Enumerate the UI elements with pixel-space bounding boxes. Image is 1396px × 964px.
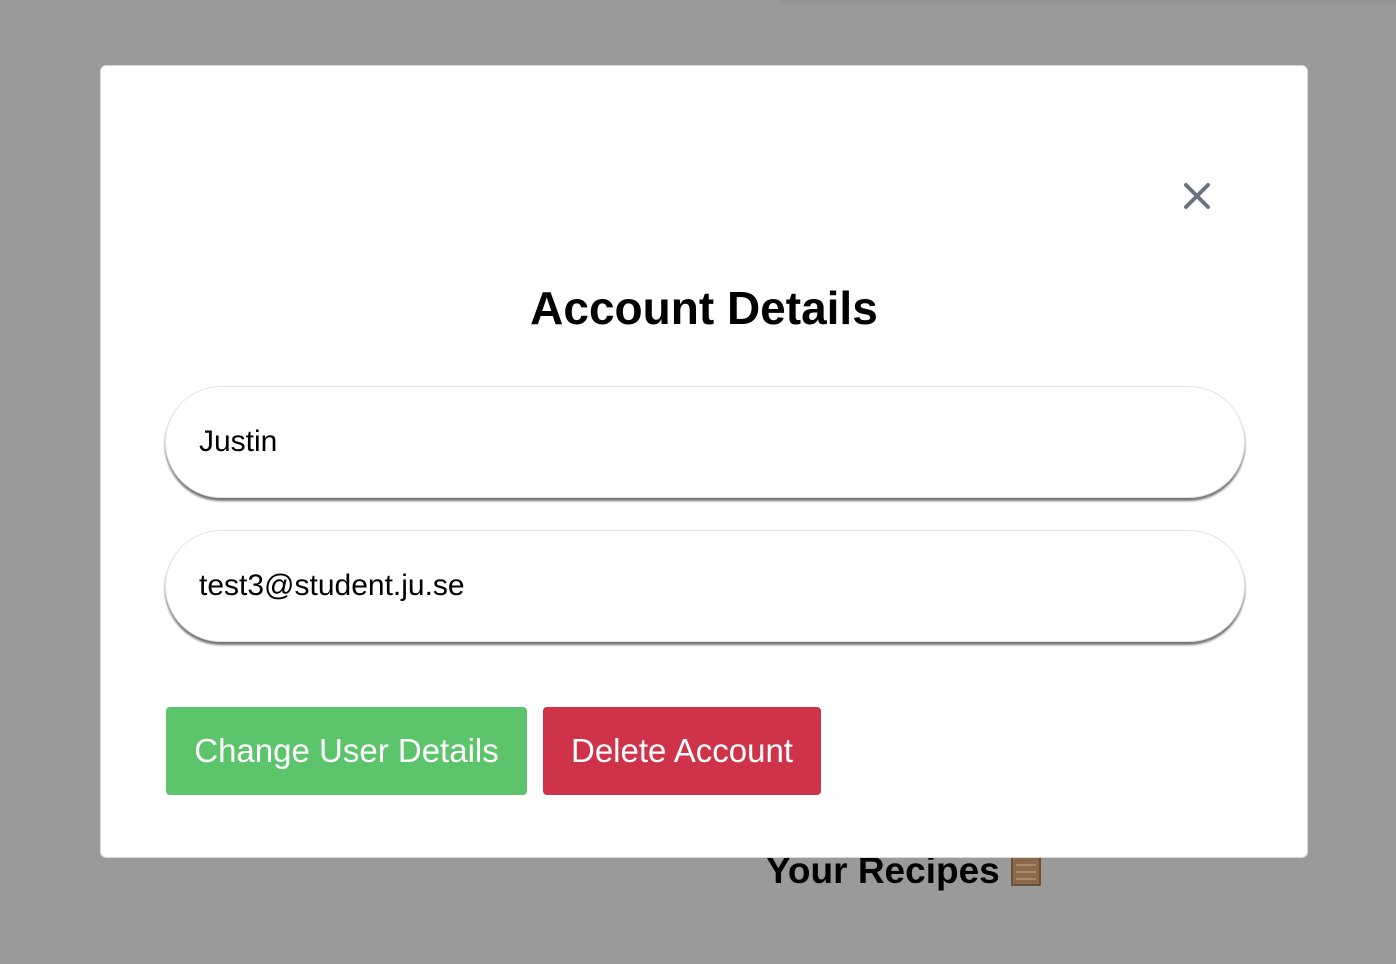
scroll-icon	[1008, 854, 1044, 888]
close-icon	[1184, 183, 1210, 209]
change-user-details-button[interactable]: Change User Details	[166, 707, 527, 795]
modal-title: Account Details	[530, 282, 878, 334]
account-details-modal: Account Details Change User Details Dele…	[100, 65, 1308, 858]
email-field[interactable]	[165, 530, 1245, 642]
name-field[interactable]	[165, 386, 1245, 498]
top-shadow	[780, 0, 1396, 6]
close-button[interactable]	[1179, 178, 1215, 214]
delete-account-button[interactable]: Delete Account	[543, 707, 821, 795]
